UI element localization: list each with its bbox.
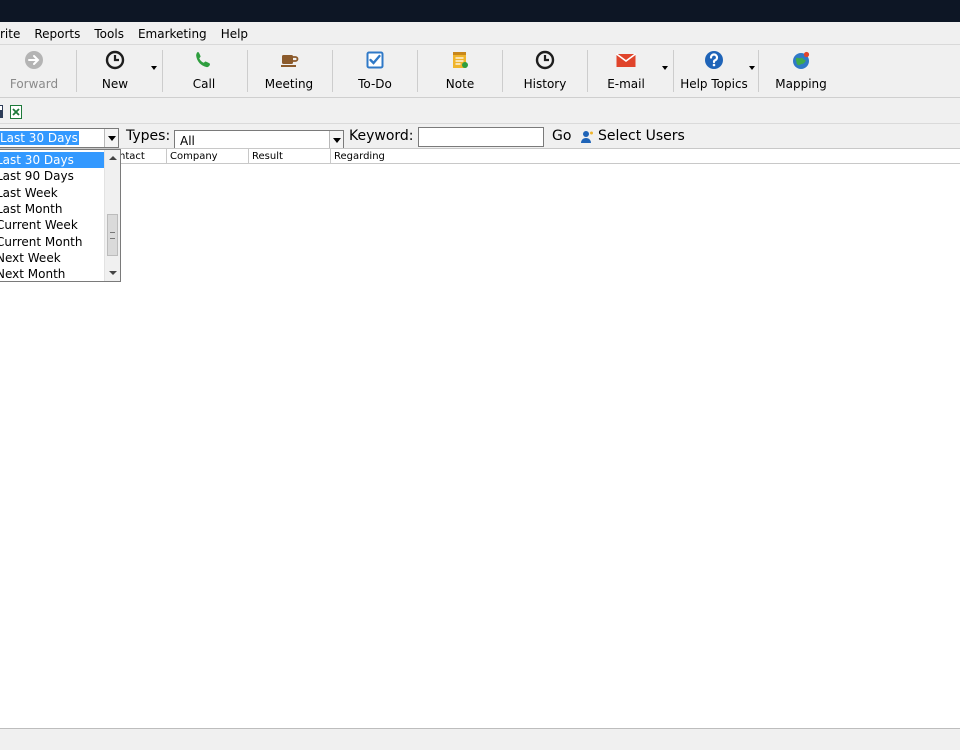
envelope-icon bbox=[615, 49, 637, 71]
todo-button[interactable]: To-Do bbox=[351, 49, 399, 95]
column-header-row: ntact Company Result Regarding bbox=[0, 149, 960, 164]
mapping-label: Mapping bbox=[775, 77, 827, 91]
globe-icon bbox=[790, 49, 812, 71]
new-activity-clock-icon bbox=[104, 49, 126, 71]
toolbar-separator bbox=[332, 50, 333, 92]
toolbar-separator bbox=[162, 50, 163, 92]
date-range-select[interactable]: Last 30 Days bbox=[0, 128, 119, 148]
history-clock-icon bbox=[534, 49, 556, 71]
history-label: History bbox=[523, 77, 567, 91]
meeting-label: Meeting bbox=[264, 77, 314, 91]
menu-item-tools[interactable]: Tools bbox=[87, 24, 131, 44]
toolbar-separator bbox=[758, 50, 759, 92]
types-label: Types: bbox=[126, 128, 171, 144]
status-bar bbox=[0, 728, 960, 750]
types-select[interactable]: All bbox=[174, 130, 344, 149]
email-label: E-mail bbox=[607, 77, 645, 91]
scroll-up-arrow[interactable] bbox=[109, 156, 117, 160]
scroll-down-arrow[interactable] bbox=[109, 271, 117, 275]
call-button[interactable]: Call bbox=[181, 49, 227, 95]
dropdown-option[interactable]: Next Week bbox=[0, 250, 104, 266]
dropdown-option[interactable]: Last 90 Days bbox=[0, 168, 104, 184]
menu-item-write[interactable]: rite bbox=[0, 24, 27, 44]
dropdown-option[interactable]: Last Month bbox=[0, 201, 104, 217]
activity-list: ntact Company Result Regarding bbox=[0, 148, 960, 728]
column-header-result[interactable]: Result bbox=[248, 149, 330, 164]
help-topics-button[interactable]: Help Topics bbox=[680, 49, 748, 95]
user-icon[interactable] bbox=[580, 130, 594, 144]
date-range-value: Last 30 Days bbox=[0, 131, 79, 145]
new-label: New bbox=[101, 77, 129, 91]
forward-label: Forward bbox=[9, 77, 59, 91]
mapping-button[interactable]: Mapping bbox=[773, 49, 829, 95]
toolbar-separator bbox=[502, 50, 503, 92]
dropdown-option[interactable]: Last Week bbox=[0, 185, 104, 201]
excel-export-icon[interactable] bbox=[10, 105, 22, 119]
todo-label: To-Do bbox=[358, 77, 392, 91]
menu-item-reports[interactable]: Reports bbox=[27, 24, 87, 44]
types-dropdown-arrow[interactable] bbox=[329, 131, 343, 148]
dropdown-option[interactable]: Next Month bbox=[0, 266, 104, 282]
toolbar-separator bbox=[417, 50, 418, 92]
save-icon[interactable] bbox=[0, 105, 4, 118]
dropdown-option[interactable]: Last 30 Days bbox=[0, 152, 104, 168]
checkbox-icon bbox=[364, 49, 386, 71]
column-header-company[interactable]: Company bbox=[166, 149, 248, 164]
phone-icon bbox=[193, 49, 215, 71]
scroll-thumb[interactable] bbox=[107, 214, 118, 256]
coffee-cup-icon bbox=[278, 49, 300, 71]
date-range-dropdown-list: Last 30 Days Last 90 Days Last Week Last… bbox=[0, 149, 121, 282]
help-topics-label: Help Topics bbox=[680, 77, 748, 91]
meeting-button[interactable]: Meeting bbox=[261, 49, 317, 95]
forward-button[interactable]: Forward bbox=[6, 49, 62, 95]
secondary-toolbar bbox=[0, 100, 960, 124]
toolbar-separator bbox=[76, 50, 77, 92]
window-title-bar bbox=[0, 0, 960, 22]
email-dropdown-arrow[interactable] bbox=[662, 66, 668, 70]
filter-bar: Last 30 Days Types: All Keyword: Go Sele… bbox=[0, 126, 960, 149]
forward-arrow-icon bbox=[23, 49, 45, 71]
new-button[interactable]: New bbox=[92, 49, 138, 95]
question-mark-icon bbox=[703, 49, 725, 71]
help-topics-dropdown-arrow[interactable] bbox=[749, 66, 755, 70]
new-dropdown-arrow[interactable] bbox=[151, 66, 157, 70]
types-value: All bbox=[180, 134, 195, 148]
column-header-regarding[interactable]: Regarding bbox=[330, 149, 960, 164]
call-label: Call bbox=[192, 77, 216, 91]
toolbar-separator bbox=[247, 50, 248, 92]
column-header-contact[interactable]: ntact bbox=[116, 149, 166, 164]
toolbar-separator bbox=[673, 50, 674, 92]
note-label: Note bbox=[445, 77, 475, 91]
date-range-dropdown-arrow[interactable] bbox=[104, 129, 118, 147]
note-icon bbox=[449, 49, 471, 71]
toolbar-separator bbox=[587, 50, 588, 92]
keyword-label: Keyword: bbox=[349, 128, 414, 144]
menu-item-emarketing[interactable]: Emarketing bbox=[131, 24, 214, 44]
dropdown-option[interactable]: Current Week bbox=[0, 217, 104, 233]
email-button[interactable]: E-mail bbox=[601, 49, 651, 95]
main-toolbar: Forward New Call Meeting To-Do Note Hist… bbox=[0, 46, 960, 98]
dropdown-scrollbar[interactable] bbox=[104, 150, 120, 281]
menu-item-help[interactable]: Help bbox=[214, 24, 255, 44]
history-button[interactable]: History bbox=[519, 49, 571, 95]
select-users-button[interactable]: Select Users bbox=[598, 128, 685, 144]
note-button[interactable]: Note bbox=[438, 49, 482, 95]
go-button[interactable]: Go bbox=[552, 128, 571, 144]
keyword-input[interactable] bbox=[418, 127, 544, 147]
dropdown-option[interactable]: Current Month bbox=[0, 234, 104, 250]
menu-bar: rite Reports Tools Emarketing Help bbox=[0, 23, 960, 45]
